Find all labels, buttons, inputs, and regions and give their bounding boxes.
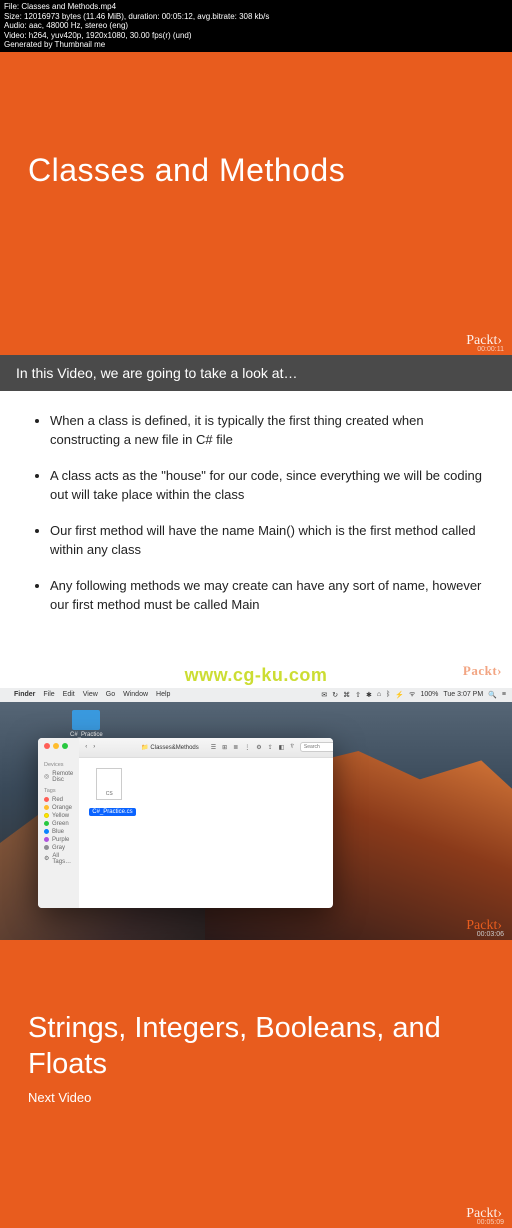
dropdown-icon[interactable]: ⍢ (290, 744, 294, 751)
tag-dot-icon (44, 797, 49, 802)
content-slide: When a class is defined, it is typically… (0, 391, 512, 659)
disc-icon: ◎ (44, 773, 49, 780)
menu-item[interactable]: File (43, 691, 54, 698)
notification-icon[interactable]: ≡ (502, 691, 506, 698)
thumbnail-metadata: File: Classes and Methods.mp4 Size: 1201… (0, 0, 512, 52)
minimize-icon[interactable] (53, 743, 59, 749)
battery-percent[interactable]: 100% (420, 691, 438, 698)
watermark-text: www.cg-ku.com (185, 665, 328, 685)
section-subheader: In this Video, we are going to take a lo… (0, 355, 512, 391)
bullet-item: Any following methods we may create can … (50, 576, 482, 615)
tag-settings-icon: ⚙ (44, 855, 49, 862)
mac-menubar[interactable]: Finder File Edit View Go Window Help ✉ ↻… (0, 688, 512, 702)
action-button[interactable]: ⚙ (256, 744, 261, 751)
sidebar-section-header: Tags (44, 788, 73, 794)
desktop-frame: Finder File Edit View Go Window Help ✉ ↻… (0, 688, 512, 940)
view-mode-button[interactable]: ☰ (211, 744, 216, 751)
tag-dot-icon (44, 821, 49, 826)
sidebar-item-remote-disc[interactable]: ◎ Remote Disc (44, 770, 73, 784)
menu-item[interactable]: Edit (63, 691, 75, 698)
next-subtitle: Next Video (28, 1090, 484, 1105)
sidebar-tag-purple[interactable]: Purple (44, 836, 73, 844)
clock[interactable]: Tue 3:07 PM (443, 691, 483, 698)
finder-window[interactable]: Devices ◎ Remote Disc Tags Red Orange Ye… (38, 738, 333, 908)
tag-dot-icon (44, 813, 49, 818)
title-slide: Classes and Methods Packt› 00:00:11 (0, 52, 512, 355)
sidebar-tag-yellow[interactable]: Yellow (44, 812, 73, 820)
view-mode-button[interactable]: ⋮ (244, 744, 250, 751)
bullet-list: When a class is defined, it is typically… (30, 411, 482, 615)
frame-timestamp: 00:03:06 (477, 931, 504, 938)
window-title: 📁 Classes&Methods (141, 744, 199, 751)
bullet-item: Our first method will have the name Main… (50, 521, 482, 560)
view-mode-button[interactable]: ≣ (233, 744, 238, 751)
nav-forward-button[interactable]: › (93, 744, 95, 750)
file-name-selected: C#_Practice.cs (89, 808, 135, 816)
status-icon[interactable]: ⌘ (343, 691, 350, 699)
tag-dot-icon (44, 837, 49, 842)
frame-timestamp: 00:00:11 (477, 346, 504, 353)
bullet-item: A class acts as the "house" for our code… (50, 466, 482, 505)
menu-item[interactable]: Help (156, 691, 170, 698)
status-icon[interactable]: ⇧ (355, 691, 361, 699)
battery-icon[interactable]: ⚡ (395, 691, 404, 699)
finder-toolbar: ‹ › 📁 Classes&Methods ☰ ⊞ ≣ ⋮ ⚙ ⇪ ◧ ⍢ (79, 738, 333, 758)
nav-back-button[interactable]: ‹ (85, 744, 87, 750)
view-mode-button[interactable]: ⊞ (222, 744, 227, 751)
folder-icon (72, 710, 100, 730)
status-icon[interactable]: ↻ (332, 691, 338, 699)
frame-timestamp: 00:05:09 (477, 1219, 504, 1226)
share-button[interactable]: ⇪ (268, 744, 273, 751)
slide-title: Classes and Methods (28, 152, 484, 189)
desktop-folder[interactable]: C#_Practice (70, 710, 103, 738)
menu-item[interactable]: View (83, 691, 98, 698)
file-item[interactable]: C#_Practice.cs (89, 768, 129, 818)
status-icons[interactable]: ✉ ↻ ⌘ ⇧ ✱ ⌂ ᛒ ⚡ ᯤ 100% Tue 3:07 PM 🔍 ≡ (321, 690, 506, 699)
wifi-icon[interactable]: ᯤ (409, 690, 415, 699)
tag-dot-icon (44, 805, 49, 810)
bullet-item: When a class is defined, it is typically… (50, 411, 482, 450)
sidebar-all-tags[interactable]: ⚙All Tags… (44, 852, 73, 866)
finder-main: ‹ › 📁 Classes&Methods ☰ ⊞ ≣ ⋮ ⚙ ⇪ ◧ ⍢ C#… (79, 738, 333, 908)
app-name[interactable]: Finder (14, 691, 35, 698)
file-icon (96, 768, 122, 800)
window-controls[interactable] (44, 743, 68, 749)
tag-dot-icon (44, 829, 49, 834)
spotlight-icon[interactable]: 🔍 (488, 691, 497, 699)
finder-content[interactable]: C#_Practice.cs (79, 758, 333, 828)
status-icon[interactable]: ✉ (321, 691, 327, 699)
finder-sidebar: Devices ◎ Remote Disc Tags Red Orange Ye… (38, 738, 79, 908)
tags-button[interactable]: ◧ (279, 744, 285, 751)
sidebar-tag-green[interactable]: Green (44, 820, 73, 828)
close-icon[interactable] (44, 743, 50, 749)
next-video-slide: Strings, Integers, Booleans, and Floats … (0, 940, 512, 1228)
sidebar-section-header: Devices (44, 762, 73, 768)
watermark-row: www.cg-ku.com Packt› (0, 659, 512, 688)
menu-item[interactable]: Window (123, 691, 148, 698)
search-input[interactable] (300, 742, 333, 752)
sidebar-tag-orange[interactable]: Orange (44, 804, 73, 812)
sidebar-tag-blue[interactable]: Blue (44, 828, 73, 836)
menu-item[interactable]: Go (106, 691, 115, 698)
bluetooth-icon[interactable]: ᛒ (386, 691, 390, 698)
tag-dot-icon (44, 845, 49, 850)
status-icon[interactable]: ⌂ (377, 691, 381, 698)
sidebar-tag-red[interactable]: Red (44, 796, 73, 804)
next-title: Strings, Integers, Booleans, and Floats (28, 1010, 484, 1083)
brand-logo: Packt› (463, 663, 502, 679)
status-icon[interactable]: ✱ (366, 691, 372, 699)
sidebar-tag-gray[interactable]: Gray (44, 844, 73, 852)
zoom-icon[interactable] (62, 743, 68, 749)
